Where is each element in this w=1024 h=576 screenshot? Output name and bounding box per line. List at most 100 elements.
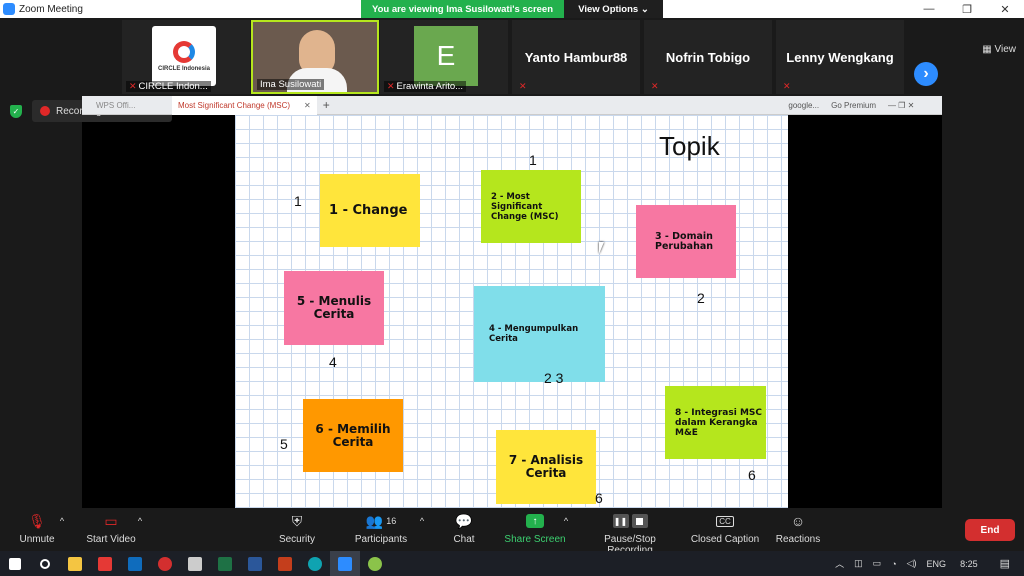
paint-icon[interactable] bbox=[360, 551, 390, 576]
volume-icon[interactable]: ◁) bbox=[907, 558, 917, 569]
minimize-button[interactable]: — bbox=[910, 0, 948, 18]
participant-name: Ima Susilowati bbox=[260, 79, 322, 90]
cc-icon: CC bbox=[716, 515, 734, 527]
wps-tab-bar: WPS Offi... Most Significant Change (MSC… bbox=[82, 95, 942, 115]
reactions-button[interactable]: ☺ Reactions bbox=[774, 512, 822, 545]
participant-tile[interactable]: Lenny Wengkang ✕ bbox=[776, 20, 904, 94]
system-tray: ︿ ◫ ▭ ◔ ◁) ENG 8:25 ▤ bbox=[835, 551, 1024, 576]
outlook-icon[interactable] bbox=[120, 551, 150, 576]
closed-caption-button[interactable]: CC Closed Caption bbox=[690, 512, 760, 545]
start-video-button[interactable]: ▭ Start Video bbox=[84, 512, 138, 546]
participant-tile[interactable]: E ✕ Erawinta Arito... bbox=[380, 20, 508, 94]
sticky-note-3: 3 - Domain Perubahan bbox=[636, 205, 736, 278]
shield-icon[interactable]: ✓ bbox=[10, 105, 22, 118]
share-screen-button[interactable]: ↑ Share Screen bbox=[504, 512, 566, 545]
participants-button[interactable]: 👥 16 Participants bbox=[350, 512, 412, 546]
sticky-note-2: 2 - Most Significant Change (MSC) bbox=[481, 170, 581, 243]
chat-button[interactable]: 💬 Chat bbox=[448, 512, 480, 546]
annotation-number: 4 bbox=[329, 354, 337, 370]
video-off-icon: ▭ bbox=[104, 512, 118, 529]
annotation-number: 1 bbox=[529, 152, 537, 168]
stop-icon bbox=[631, 514, 648, 528]
record-icon bbox=[40, 106, 50, 116]
wifi-icon[interactable]: ◔ bbox=[891, 559, 896, 569]
participant-name: Erawinta Arito... bbox=[396, 81, 464, 92]
view-button[interactable]: ▦ View bbox=[982, 44, 1016, 55]
sticky-note-6: 6 - Memilih Cerita bbox=[303, 399, 403, 472]
mic-muted-icon: ✕ bbox=[651, 81, 659, 91]
people-icon: 👥 bbox=[365, 512, 384, 529]
mic-muted-icon: ✕ bbox=[783, 81, 791, 91]
tab-google[interactable]: google... bbox=[782, 96, 825, 115]
tab-presentation[interactable]: Most Significant Change (MSC) ✕ bbox=[172, 95, 317, 115]
mic-muted-icon: ✕ bbox=[519, 81, 527, 91]
audio-options-caret[interactable]: ^ bbox=[56, 512, 68, 534]
annotation-number: 2 bbox=[697, 290, 705, 306]
close-button[interactable]: ✕ bbox=[986, 0, 1024, 18]
sticky-note-5: 5 - Menulis Cerita bbox=[284, 271, 384, 345]
search-icon[interactable] bbox=[30, 551, 60, 576]
mic-muted-icon: ✕ bbox=[387, 81, 395, 91]
sticky-note-1: 1 - Change bbox=[320, 174, 420, 247]
zoom-taskbar-icon[interactable] bbox=[330, 551, 360, 576]
zoom-app-icon bbox=[3, 3, 15, 15]
participant-name: Yanto Hambur88 bbox=[524, 50, 628, 65]
annotation-number: 2 3 bbox=[544, 370, 564, 386]
unmute-button[interactable]: 🎙 Unmute bbox=[14, 512, 60, 546]
new-tab-button[interactable]: + bbox=[317, 96, 336, 115]
security-button[interactable]: ⛨ Security bbox=[274, 512, 320, 546]
view-options-button[interactable]: View Options ⌄ bbox=[564, 0, 663, 18]
participants-options-caret[interactable]: ^ bbox=[416, 512, 428, 534]
close-tab-icon: ✕ bbox=[304, 100, 311, 110]
participant-gallery: CIRCLE Indonesia ✕ CIRCLE Indon... Ima Su… bbox=[0, 18, 1024, 94]
pause-stop-recording-button[interactable]: ❚❚Pause/Stop Recording bbox=[580, 512, 680, 556]
participant-name: Nofrin Tobigo bbox=[665, 50, 751, 65]
meeting-toolbar: 🎙 Unmute ^ ▭ Start Video ^ ⛨ Security 👥 16 Pa… bbox=[0, 508, 1024, 556]
viewing-message: You are viewing Ima Susilowati's screen bbox=[361, 0, 564, 18]
sticky-note-7: 7 - Analisis Cerita bbox=[496, 430, 596, 504]
language-indicator[interactable]: ENG bbox=[927, 559, 947, 569]
participant-tile-active[interactable]: Ima Susilowati bbox=[251, 20, 379, 94]
slide-title: Topik bbox=[659, 131, 720, 161]
edge-icon[interactable] bbox=[300, 551, 330, 576]
gift-app-icon[interactable] bbox=[90, 551, 120, 576]
video-options-caret[interactable]: ^ bbox=[134, 512, 146, 534]
annotation-number: 5 bbox=[280, 436, 288, 452]
mic-muted-icon: ✕ bbox=[129, 81, 137, 91]
grid-icon: ▦ bbox=[982, 44, 995, 55]
end-meeting-button[interactable]: End bbox=[965, 519, 1015, 541]
share-options-caret[interactable]: ^ bbox=[560, 512, 572, 534]
shield-icon: ⛨ bbox=[291, 512, 303, 529]
annotation-number: 1 bbox=[294, 193, 302, 209]
excel-icon[interactable] bbox=[210, 551, 240, 576]
sticky-note-4: 4 - Mengumpulkan Cerita bbox=[474, 286, 605, 382]
word-icon[interactable] bbox=[240, 551, 270, 576]
clock[interactable]: 8:25 bbox=[960, 559, 978, 569]
wps-window-controls[interactable]: — ❐ ✕ bbox=[882, 96, 942, 115]
smiley-icon: ☺ bbox=[790, 513, 806, 529]
notifications-icon[interactable]: ▤ bbox=[1000, 557, 1010, 570]
participant-avatar: E bbox=[414, 26, 478, 86]
participant-tile[interactable]: Yanto Hambur88 ✕ bbox=[512, 20, 640, 94]
annotation-number: 6 bbox=[748, 467, 756, 483]
sticky-note-8: 8 - Integrasi MSC dalam Kerangka M&E bbox=[665, 386, 766, 459]
store-icon[interactable] bbox=[180, 551, 210, 576]
restore-button[interactable]: ❐ bbox=[948, 0, 986, 18]
opera-icon[interactable] bbox=[150, 551, 180, 576]
windows-start-icon[interactable] bbox=[0, 551, 30, 576]
powerpoint-icon[interactable] bbox=[270, 551, 300, 576]
circle-logo: CIRCLE Indonesia bbox=[152, 26, 216, 86]
viewing-banner: You are viewing Ima Susilowati's screen … bbox=[361, 0, 663, 18]
tray-overflow-icon[interactable]: ︿ bbox=[835, 557, 844, 570]
pause-icon: ❚❚ bbox=[612, 514, 629, 528]
participant-name: CIRCLE Indon... bbox=[138, 81, 208, 92]
next-page-button[interactable]: › bbox=[914, 62, 938, 86]
participant-tile[interactable]: Nofrin Tobigo ✕ bbox=[644, 20, 772, 94]
chat-icon: 💬 bbox=[455, 512, 473, 529]
battery-icon[interactable]: ▭ bbox=[873, 558, 882, 569]
go-premium-button[interactable]: Go Premium bbox=[825, 96, 882, 115]
file-explorer-icon[interactable] bbox=[60, 551, 90, 576]
tab-wps-office[interactable]: WPS Offi... bbox=[82, 96, 172, 115]
network-icon[interactable]: ◫ bbox=[854, 558, 863, 569]
participant-tile[interactable]: CIRCLE Indonesia ✕ CIRCLE Indon... bbox=[122, 20, 250, 94]
